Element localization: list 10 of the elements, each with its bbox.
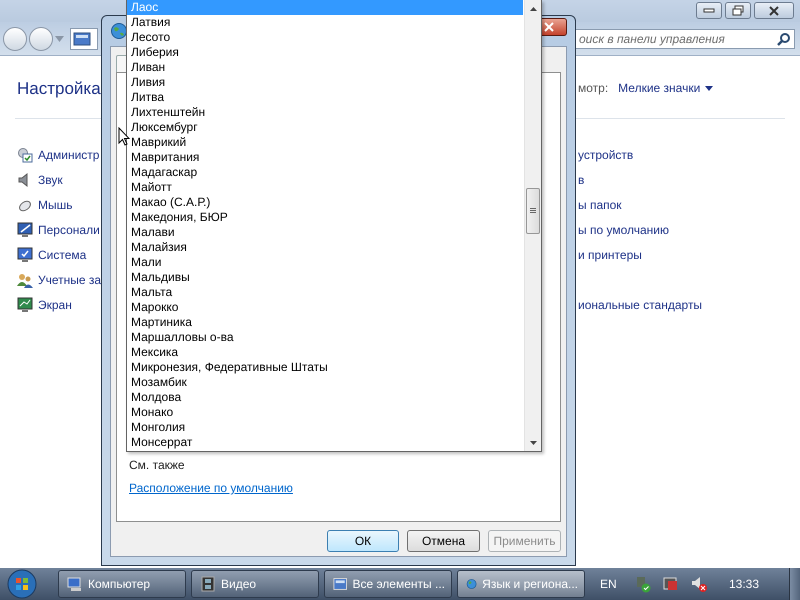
- item-label: Администр: [38, 148, 100, 162]
- view-label: мотр:: [578, 81, 608, 95]
- item-label: Мышь: [38, 198, 72, 212]
- item-label: Звук: [38, 173, 63, 187]
- see-also-heading: См. также: [129, 458, 186, 472]
- item-label: Экран: [38, 298, 72, 312]
- page-heading: Настройка: [17, 78, 101, 100]
- item-label: Учетные за: [38, 273, 102, 287]
- item-label: Система: [38, 248, 86, 262]
- item-label: Персонали: [38, 223, 100, 237]
